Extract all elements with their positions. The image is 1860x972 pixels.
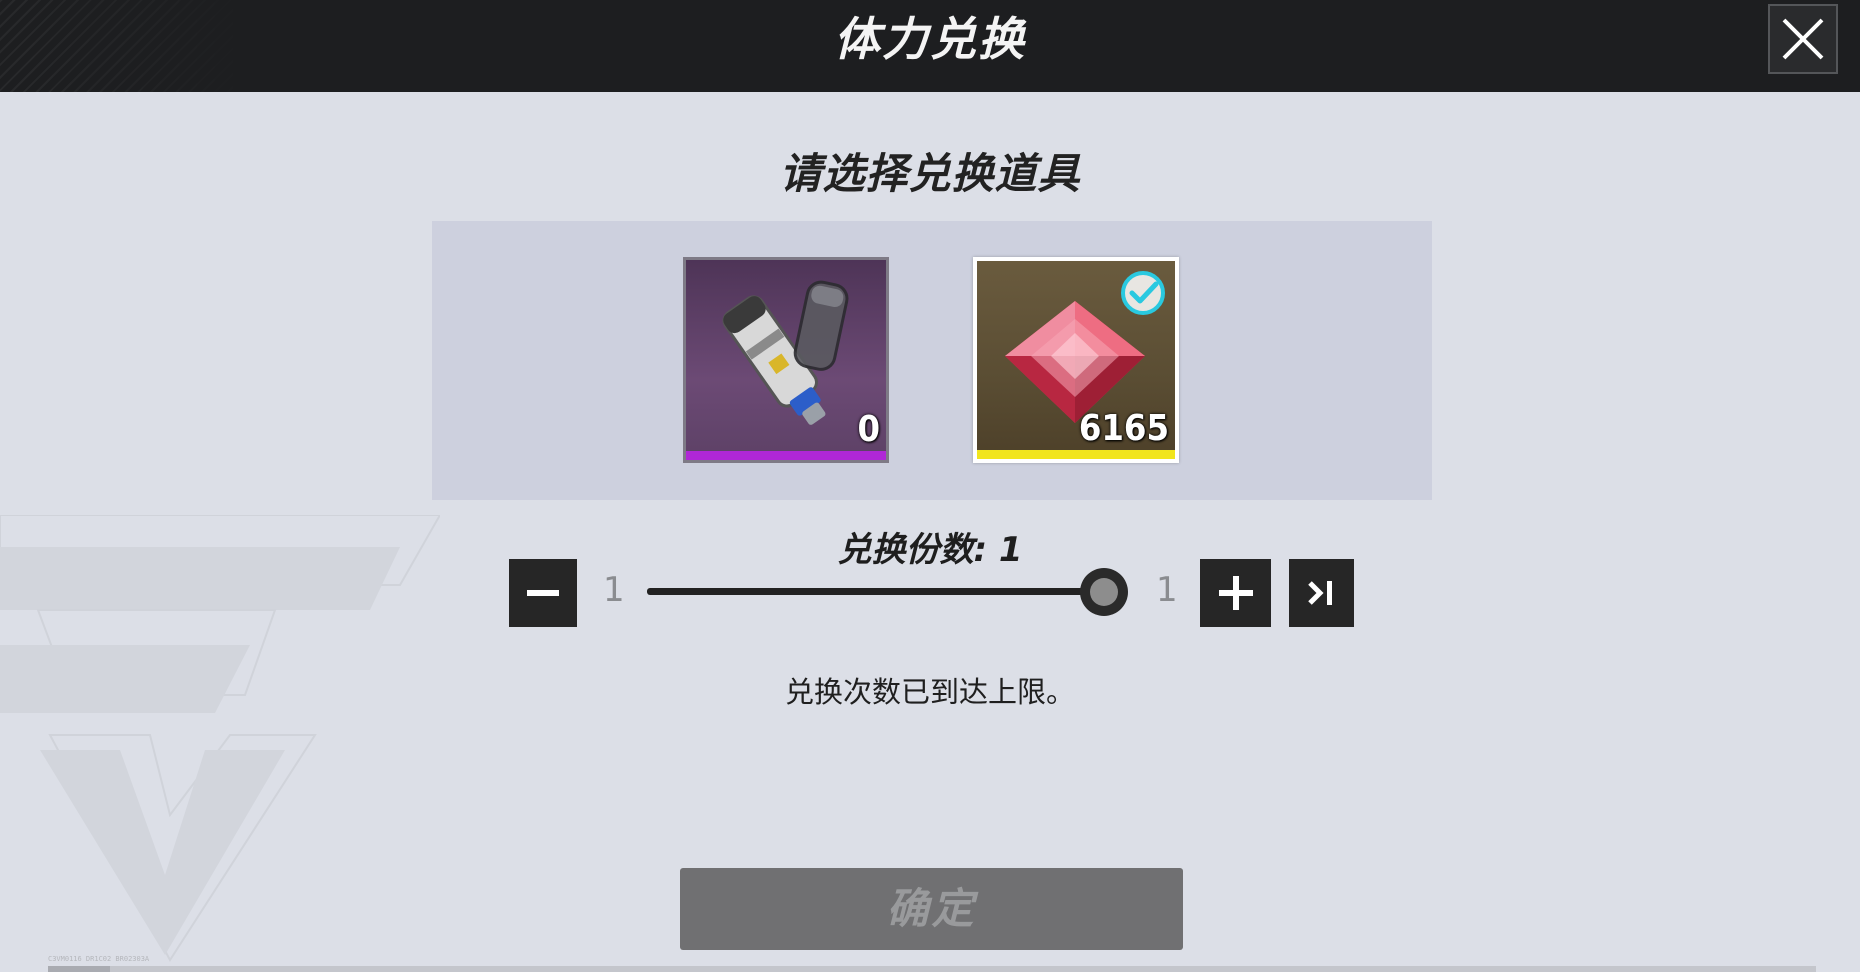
confirm-button[interactable]: 确定 xyxy=(680,868,1183,950)
quantity-slider-thumb[interactable] xyxy=(1080,568,1128,616)
build-id-text: C3VM0116 DR1C02 BR02303A xyxy=(48,955,150,963)
plus-icon xyxy=(1218,576,1253,610)
slider-min-value: 1 xyxy=(603,570,625,610)
item-selection-panel: 0 6165 xyxy=(432,221,1432,500)
close-button[interactable] xyxy=(1768,4,1838,74)
quantity-slider-track[interactable] xyxy=(647,588,1103,595)
rarity-bar-gold xyxy=(977,450,1175,459)
rarity-bar-purple xyxy=(686,451,886,460)
item-count: 6165 xyxy=(1078,408,1169,449)
check-circle-icon xyxy=(1121,271,1165,315)
bottom-strip-segment xyxy=(48,966,110,972)
skip-to-max-icon xyxy=(1307,581,1332,605)
item-card-injector[interactable]: 0 xyxy=(683,257,889,463)
exchange-quantity-label: 兑换份数: 1 xyxy=(837,530,1023,570)
item-count: 0 xyxy=(857,409,880,450)
item-card-red-crystal[interactable]: 6165 xyxy=(973,257,1179,463)
title-bar: 体力兑换 xyxy=(0,0,1860,92)
decrease-button[interactable] xyxy=(509,559,577,627)
window-title: 体力兑换 xyxy=(834,12,1026,66)
watermark-logo xyxy=(0,515,440,962)
increase-button[interactable] xyxy=(1200,559,1271,627)
limit-reached-message: 兑换次数已到达上限。 xyxy=(784,675,1075,709)
selected-check-badge xyxy=(1119,269,1167,321)
minus-icon xyxy=(527,590,559,596)
max-quantity-button[interactable] xyxy=(1289,559,1354,627)
slider-max-value: 1 xyxy=(1156,570,1178,610)
close-icon xyxy=(1782,18,1824,60)
select-item-heading: 请选择兑换道具 xyxy=(779,149,1081,198)
bottom-strip xyxy=(48,966,1816,972)
